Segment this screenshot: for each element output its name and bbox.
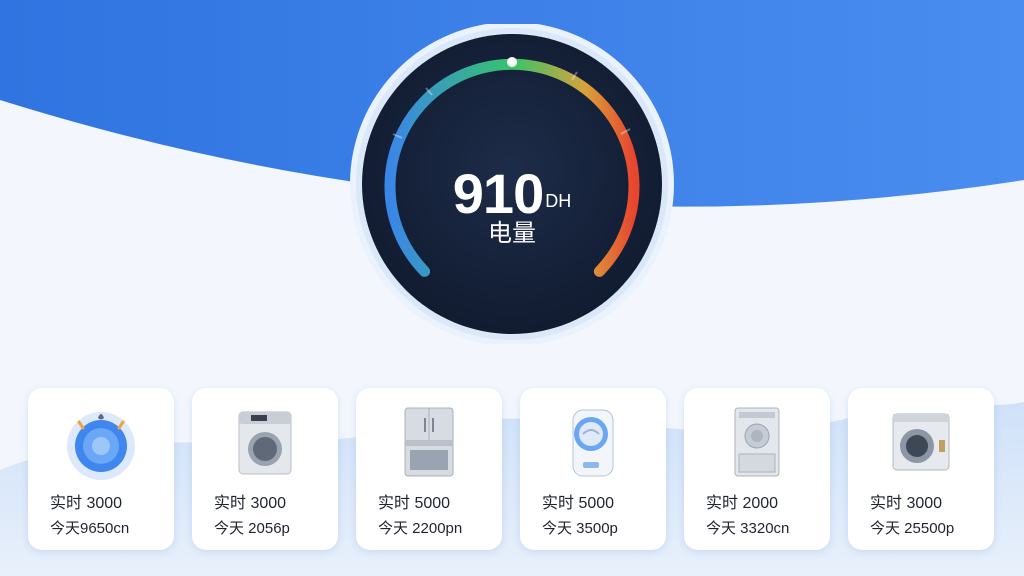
device-live-power: 实时 2000: [706, 495, 779, 512]
device-today-energy: 今天9650cn: [50, 520, 130, 537]
water-heater-icon: [67, 412, 135, 480]
device-today-energy: 今天 2056p: [214, 520, 290, 537]
device-today-energy: 今天 3500p: [542, 520, 618, 537]
device-card-dishwasher[interactable]: 实时 2000 今天 3320cn: [684, 388, 830, 550]
device-live-power: 实时 3000: [214, 495, 287, 512]
energy-gauge: 910 DH 电量: [348, 24, 676, 344]
dishwasher-icon: [734, 407, 780, 477]
gauge-label: 电量: [488, 220, 536, 247]
gauge-pointer-dot: [507, 57, 517, 67]
device-cards: 实时 3000 今天9650cn 实时 3000 今天 2056p 实时 500…: [28, 388, 998, 552]
refrigerator-icon: [404, 407, 454, 477]
device-card-air-purifier[interactable]: 实时 5000 今天 3500p: [520, 388, 666, 550]
gauge-number: 910: [452, 162, 544, 225]
device-live-power: 实时 5000: [542, 495, 615, 512]
device-live-power: 实时 3000: [870, 495, 943, 512]
device-card-dryer[interactable]: 实时 3000 今天 25500p: [848, 388, 994, 550]
dryer-icon: [892, 413, 950, 471]
device-card-refrigerator[interactable]: 实时 5000 今天 2200pn: [356, 388, 502, 550]
gauge-unit: DH: [545, 191, 572, 211]
device-live-power: 实时 5000: [378, 495, 451, 512]
device-today-energy: 今天 3320cn: [706, 520, 790, 537]
air-purifier-icon: [572, 409, 614, 477]
washing-machine-icon: [238, 411, 292, 475]
device-today-energy: 今天 2200pn: [378, 520, 463, 537]
device-card-water-heater[interactable]: 实时 3000 今天9650cn: [28, 388, 174, 550]
device-card-washing-machine[interactable]: 实时 3000 今天 2056p: [192, 388, 338, 550]
device-live-power: 实时 3000: [50, 495, 123, 512]
device-today-energy: 今天 25500p: [870, 520, 955, 537]
